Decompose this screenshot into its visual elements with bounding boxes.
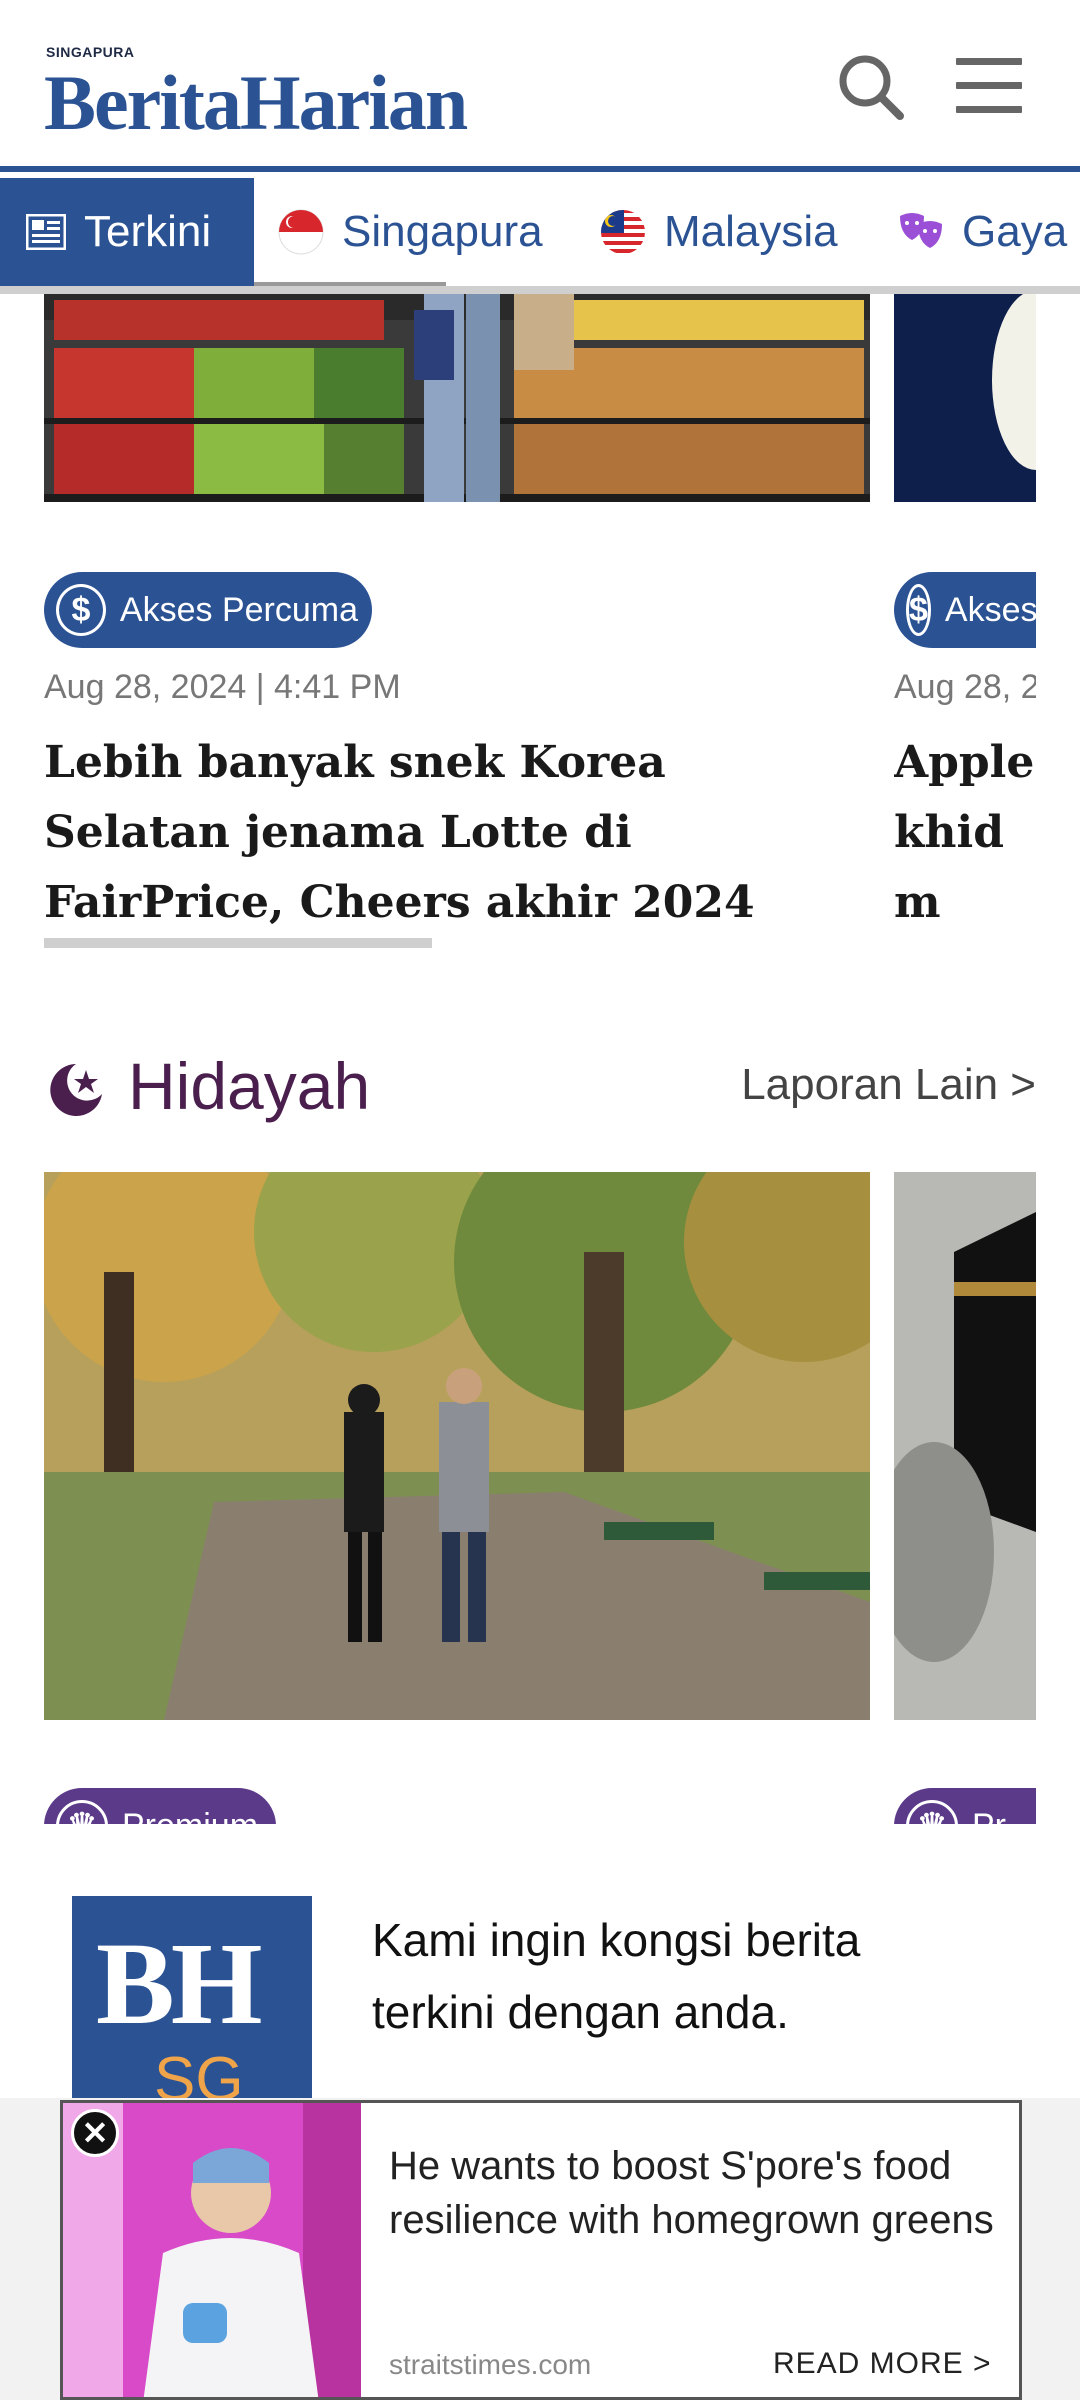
tab-label: Singapura [342, 207, 543, 256]
theatre-masks-icon [900, 213, 942, 248]
category-tabs: Terkini Singapura Malaysia Gaya [0, 178, 1080, 294]
newspaper-icon [26, 214, 66, 250]
tab-label: Gaya [962, 207, 1068, 256]
singapore-flag-icon [278, 209, 324, 255]
section-title[interactable]: Hidayah [128, 1048, 370, 1124]
hamburger-menu-icon[interactable] [956, 58, 1022, 116]
headline-underline [44, 938, 432, 948]
article-date: Aug 28, 2024 | 4:41 PM [44, 668, 401, 706]
page: $ Akses Percuma Aug 28, 2024 | 4:41 PM L… [0, 0, 1080, 2400]
close-icon[interactable]: ✕ [71, 2109, 119, 2157]
bh-sg-logo: BH SG [72, 1896, 312, 2106]
dollar-icon: $ [906, 584, 931, 636]
article-headline[interactable]: Apple khidm [894, 728, 1036, 938]
ad-headline[interactable]: He wants to boost S'pore's food resilien… [389, 2139, 1009, 2247]
badge-label: Akses Percuma [119, 590, 358, 629]
free-access-badge: $ Akses Percuma [44, 572, 372, 648]
site-logo[interactable]: BeritaHarian [44, 58, 468, 148]
tab-malaysia[interactable]: Malaysia [600, 178, 838, 286]
tab-label: Terkini [84, 207, 212, 256]
article-image[interactable] [44, 1172, 870, 1720]
tab-singapura[interactable]: Singapura [278, 178, 543, 286]
badge-label: Akses Percuma [944, 590, 1036, 629]
article-image[interactable] [894, 290, 1036, 502]
site-header: SINGAPURA BeritaHarian [0, 0, 1080, 172]
article-headline[interactable]: Lebih banyak snek Korea Selatan jenama L… [44, 728, 864, 938]
malaysia-flag-icon [601, 210, 645, 254]
tab-scroll-indicator [254, 282, 446, 286]
free-access-badge: $ Akses Percuma [894, 572, 1036, 648]
tab-terkini[interactable]: Terkini [0, 178, 254, 286]
crescent-star-icon [50, 1064, 102, 1116]
search-icon[interactable] [836, 52, 906, 122]
article-date: Aug 28, 2 [894, 668, 1036, 706]
read-more-link[interactable]: READ MORE > [773, 2347, 992, 2381]
ad-source: straitstimes.com [389, 2349, 592, 2380]
ad-banner[interactable]: ✕ He wants to boost S'pore's food resili… [60, 2100, 1022, 2400]
article-image[interactable] [44, 290, 870, 502]
tab-label: Malaysia [664, 207, 838, 256]
promo-text: Kami ingin kongsi berita terkini dengan … [372, 1914, 861, 2038]
more-reports-link[interactable]: Laporan Lain > [741, 1060, 1036, 1110]
dollar-icon: $ [56, 584, 106, 636]
article-image[interactable] [894, 1172, 1036, 1720]
tab-gaya[interactable]: Gaya [898, 178, 1067, 286]
